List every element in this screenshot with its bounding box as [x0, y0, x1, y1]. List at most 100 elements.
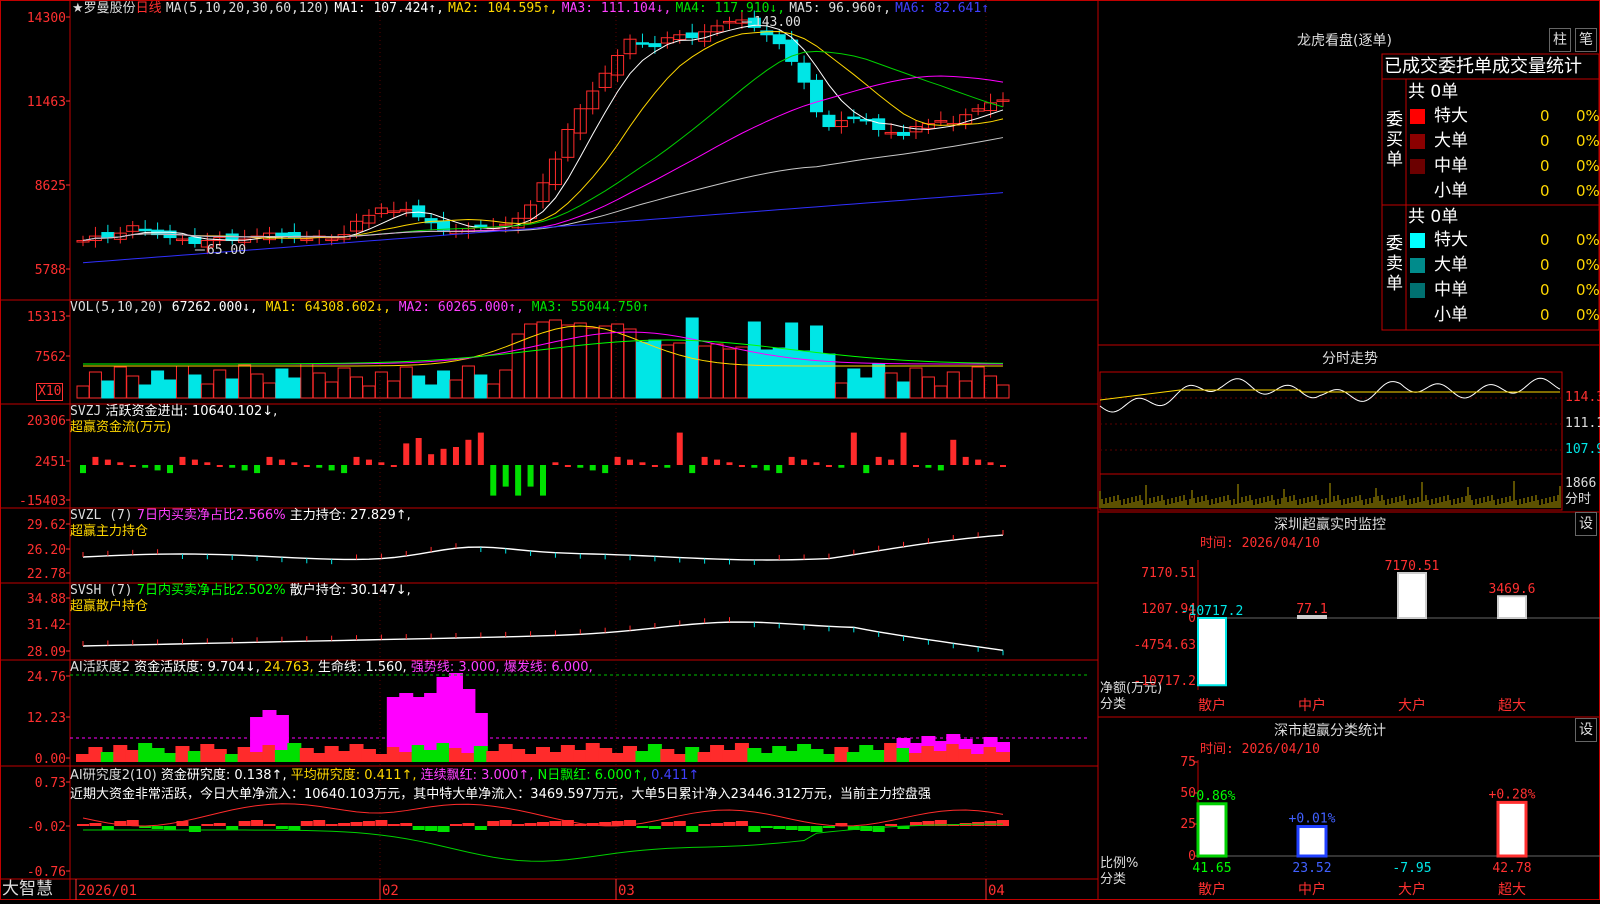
ai2-ytick: -0.02 — [27, 820, 66, 835]
volume-bar — [847, 368, 861, 399]
buy-row-name: 大单 — [1434, 131, 1468, 151]
ai1-magenta-bar — [946, 734, 961, 744]
tab-pen-button[interactable]: 笔 — [1575, 28, 1597, 52]
vol-unit-badge[interactable]: X10 — [36, 383, 64, 401]
sell-row-swatch — [1410, 258, 1425, 273]
ai1-d: 强势线: 3.000, — [410, 660, 500, 675]
svzj-bar — [614, 456, 621, 465]
sell-row-value: 0 — [1540, 306, 1550, 324]
ai2-bar — [288, 826, 301, 830]
ai1-a: 资金活跃度: 9.704↓, — [134, 660, 260, 675]
buy-row-swatch — [1410, 159, 1425, 174]
svzj-bar — [378, 462, 385, 465]
svzj-bar — [254, 465, 261, 474]
ai2-bar — [686, 826, 699, 832]
ai2-bar — [251, 820, 264, 826]
ai1-bar — [772, 746, 787, 762]
main-ytick: 14300 — [27, 11, 66, 26]
volume-bar — [362, 385, 376, 399]
ai2-bar — [648, 826, 661, 829]
monitor-category: 超大 — [1498, 698, 1526, 714]
svsh-ytick: 31.42 — [27, 618, 66, 633]
ma30-line — [82, 75, 1004, 242]
fenshi-ytick-3: 107.9 — [1565, 442, 1600, 457]
volume-bar — [325, 381, 339, 399]
ai1-bar — [473, 746, 488, 762]
ai1-bar — [150, 748, 165, 762]
buy-row-name: 小单 — [1434, 181, 1468, 201]
ai2-bar — [164, 826, 177, 830]
ai2-bar — [226, 826, 239, 830]
ai1-bar — [635, 751, 650, 762]
monitor-settings-button[interactable]: 设 — [1575, 512, 1597, 536]
ai2-bar — [350, 822, 363, 826]
cls-bar — [1296, 825, 1328, 858]
candle-body — [797, 62, 811, 83]
ai2-c: 连续飘红: 3.000↑, — [420, 768, 534, 783]
ai1-b: 24.763, — [264, 660, 314, 675]
svzj-bar — [776, 465, 783, 474]
svzj-legend: SVZJ 活跃资金进出: 10640.102↓, — [70, 404, 277, 420]
period-label[interactable]: 日线 — [136, 1, 162, 16]
ai2-a: 资金研究度: 0.138↑, — [160, 768, 287, 783]
svzj-bar — [627, 459, 634, 465]
volume-bar — [200, 383, 214, 399]
svzj-bar — [490, 465, 497, 496]
svzj-bar — [415, 438, 422, 465]
vol-ma2: MA2: 60265.000↑, — [398, 300, 524, 315]
svzj-bar — [726, 462, 733, 465]
stock-name[interactable]: 罗曼股份 — [84, 1, 136, 16]
volume-bar — [424, 384, 438, 399]
svsh-desc: 7日内买卖净占比2.502% — [136, 583, 286, 598]
ai1-bar — [511, 749, 526, 762]
volume-bar — [312, 372, 326, 399]
fenshi-ytick-2: 111.1 — [1565, 416, 1600, 431]
svzj-bar — [403, 443, 410, 465]
sell-row-percent: 0% — [1576, 231, 1600, 249]
ai1-bar — [685, 747, 700, 762]
cls-settings-button[interactable]: 设 — [1575, 718, 1597, 742]
ai1-magenta-bar — [461, 689, 476, 753]
ai2-bar — [512, 824, 525, 826]
ai1-magenta-bar — [436, 677, 451, 743]
lhb-header: 已成交委托单成交量统计 — [1384, 56, 1582, 77]
svzj-bar — [664, 465, 671, 468]
candle-group — [76, 10, 1010, 255]
ai1-bar — [946, 744, 961, 762]
vol-def: VOL(5,10,20) — [70, 300, 164, 315]
svzj-bar — [204, 462, 211, 465]
ai2-bar — [785, 826, 798, 830]
ai1-magenta-bar — [274, 715, 289, 750]
ai1-magenta-bar — [896, 738, 911, 748]
monitor-category: 中户 — [1298, 697, 1326, 714]
ai1-ytick: 24.76 — [27, 670, 66, 685]
svzj-bar — [191, 459, 198, 465]
volume-bar — [138, 384, 152, 399]
svzj-bar — [527, 465, 534, 487]
ai2-bar — [636, 826, 649, 828]
volume-bar — [548, 319, 562, 399]
ai1-bar — [448, 748, 463, 762]
lhb-title: 龙虎看盘(逐单) — [1297, 33, 1392, 49]
svzj-bar — [117, 462, 124, 465]
ai1-magenta-bar — [250, 717, 265, 752]
tab-bar-button[interactable]: 柱 — [1549, 28, 1571, 52]
cls-value-label: 41.65 — [1192, 861, 1231, 876]
ai2-bar — [537, 822, 549, 826]
candle-body — [685, 32, 699, 39]
ai1-bar — [896, 748, 911, 762]
svsh-sub: 超赢散户持仓 — [70, 599, 149, 614]
svzl-title: SVZL (7) — [70, 508, 133, 523]
ai2-bar — [822, 826, 835, 828]
svsh-ytick: 34.88 — [27, 592, 66, 607]
candle-body — [275, 232, 289, 237]
svzl-ytick: 26.20 — [27, 543, 66, 558]
low-price-label: 65.00 — [207, 243, 246, 258]
svzj-bar — [440, 448, 447, 465]
monitor-ytick: -4754.63 — [1133, 638, 1196, 653]
volume-bar — [921, 376, 935, 399]
volume-bar — [785, 322, 799, 399]
ai1-bar — [486, 751, 501, 762]
vol-ytick: 15313 — [27, 310, 66, 325]
ai2-bar — [412, 826, 425, 830]
